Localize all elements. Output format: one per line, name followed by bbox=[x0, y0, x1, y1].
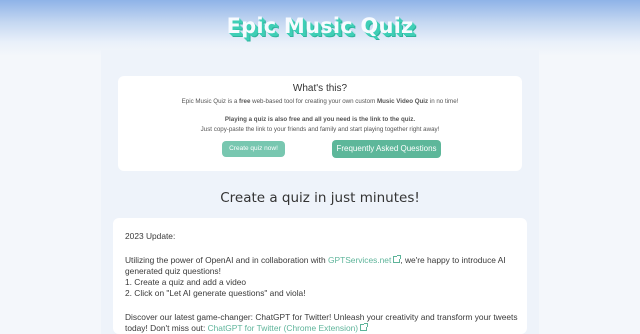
gptservices-link[interactable]: GPTServices.net bbox=[328, 255, 391, 265]
intro-play-note: Playing a quiz is also free and all you … bbox=[118, 116, 522, 123]
create-quiz-button[interactable]: Create quiz now! bbox=[222, 141, 285, 157]
update-heading: 2023 Update: bbox=[125, 231, 176, 241]
intro-text-3: in no time! bbox=[428, 98, 459, 105]
update-step-2: 2. Click on "Let AI generate questions" … bbox=[125, 288, 306, 298]
update-paragraph-2-cont: today! Don't miss out: ChatGPT for Twitt… bbox=[125, 323, 369, 334]
update-paragraph-1: Utilizing the power of OpenAI and in col… bbox=[125, 255, 506, 266]
intro-card: What's this? Epic Music Quiz is a free w… bbox=[118, 76, 522, 171]
page-headline: Create a quiz in just minutes! bbox=[220, 190, 420, 206]
site-logo[interactable]: Epic Music Quiz bbox=[0, 14, 640, 38]
external-link-icon bbox=[393, 255, 402, 263]
intro-bold-quiz: Music Video Quiz bbox=[376, 98, 429, 105]
intro-bold-free: free bbox=[239, 98, 251, 105]
intro-title: What's this? bbox=[292, 83, 348, 94]
update-card: 2023 Update: Utilizing the power of Open… bbox=[113, 218, 527, 334]
intro-share-note: Just copy-paste the link to your friends… bbox=[200, 126, 440, 133]
intro-text-2: web-based tool for creating your own cus… bbox=[250, 98, 377, 105]
chatgpt-twitter-link[interactable]: ChatGPT for Twitter (Chrome Extension) bbox=[208, 323, 359, 333]
external-link-icon bbox=[360, 323, 369, 331]
intro-play-text: Playing a quiz is also free and all you … bbox=[224, 116, 416, 123]
intro-description: Epic Music Quiz is a free web-based tool… bbox=[118, 98, 522, 105]
faq-button[interactable]: Frequently Asked Questions bbox=[332, 140, 441, 158]
update-paragraph-1-cont: generated quiz questions! bbox=[125, 266, 221, 276]
update-text-1: Utilizing the power of OpenAI and in col… bbox=[125, 255, 328, 265]
intro-text-1: Epic Music Quiz is a bbox=[181, 98, 240, 105]
update-text-2: , we're happy to introduce AI bbox=[400, 255, 506, 265]
update-text-3: today! Don't miss out: bbox=[125, 323, 208, 333]
update-paragraph-2: Discover our latest game-changer: ChatGP… bbox=[125, 312, 518, 322]
update-step-1: 1. Create a quiz and add a video bbox=[125, 277, 247, 287]
